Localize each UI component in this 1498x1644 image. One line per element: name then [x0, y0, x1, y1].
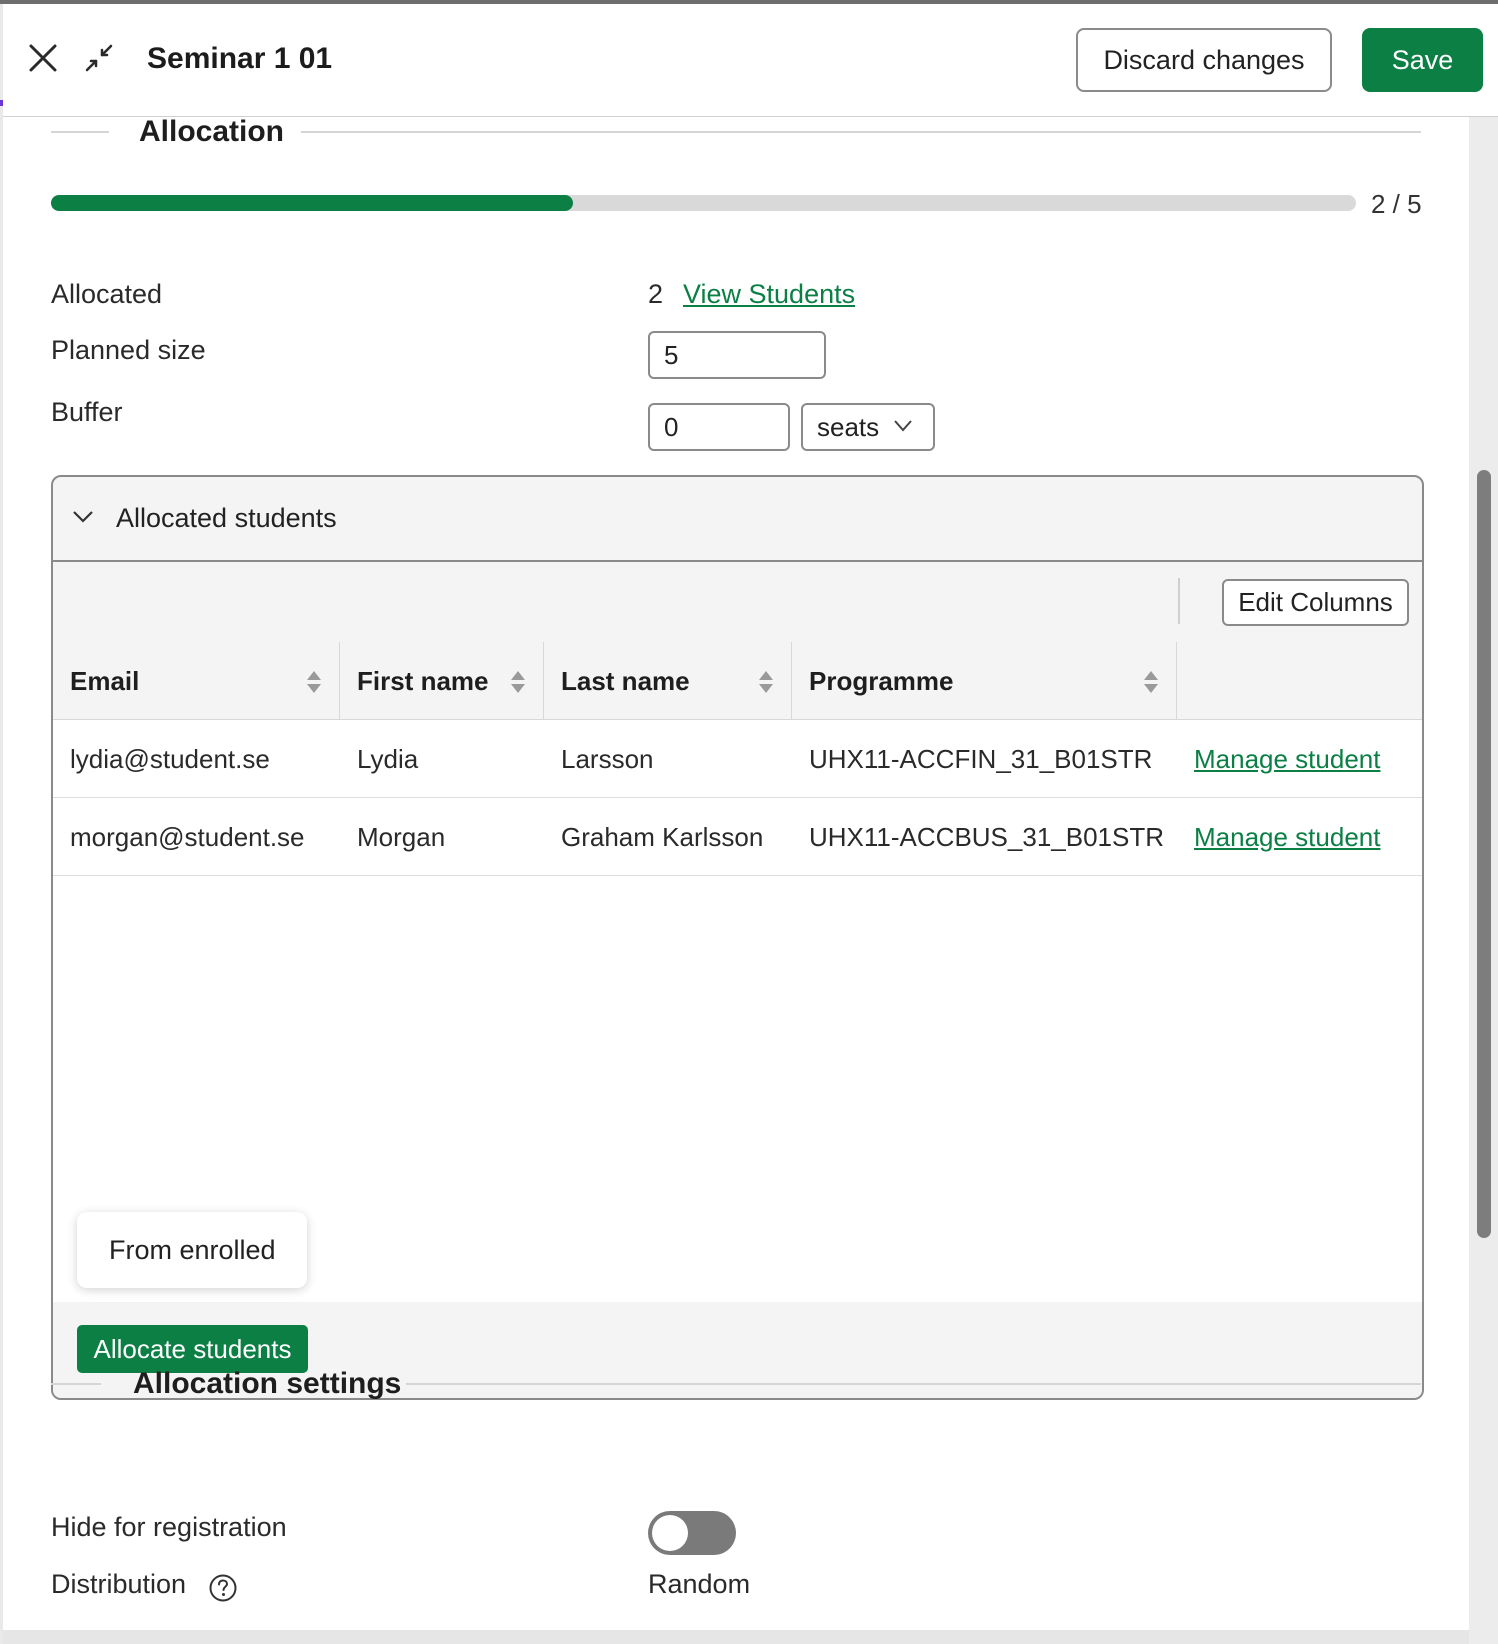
distribution-value: Random [648, 1569, 751, 1599]
sort-icon [1144, 671, 1158, 693]
divider [51, 131, 109, 133]
progress-fill [51, 195, 573, 211]
buffer-unit-select[interactable]: seats [801, 403, 935, 451]
cell-email: lydia@student.se [70, 744, 270, 774]
planned-size-input[interactable]: 5 [648, 331, 826, 379]
cell-email: morgan@student.se [70, 822, 305, 852]
edit-columns-button[interactable]: Edit Columns [1222, 579, 1409, 626]
from-enrolled-menu-item[interactable]: From enrolled [77, 1212, 307, 1288]
sort-icon [759, 671, 773, 693]
cell-programme: UHX11-ACCFIN_31_B01STR [809, 744, 1153, 774]
divider [51, 1383, 101, 1385]
bottom-edge [3, 1630, 1469, 1644]
allocation-settings-section-header: Allocation settings [51, 1367, 1421, 1409]
dialog-header: Seminar 1 01 Discard changes Save [3, 4, 1498, 117]
column-header-first-name[interactable]: First name [340, 642, 544, 720]
toolbar-divider [1178, 578, 1180, 624]
buffer-unit-value: seats [817, 412, 880, 442]
distribution-label: Distribution [51, 1569, 187, 1599]
scrollbar[interactable] [1469, 117, 1498, 1644]
manage-student-link[interactable]: Manage student [1177, 720, 1380, 798]
divider [301, 131, 1421, 133]
buffer-label: Buffer [51, 397, 123, 427]
divider [406, 1383, 1421, 1385]
panel-title: Allocated students [116, 503, 337, 533]
column-header-label: First name [357, 666, 489, 696]
chevron-down-icon [73, 511, 93, 523]
allocated-students-toggle[interactable]: Allocated students [53, 477, 1422, 562]
dialog-content: Allocation 2 / 5 Allocated 2 View Studen… [3, 117, 1469, 1644]
toggle-knob [652, 1515, 688, 1551]
sort-icon [307, 671, 321, 693]
view-students-link[interactable]: View Students [683, 279, 855, 310]
allocated-label: Allocated [51, 279, 163, 309]
manage-student-link[interactable]: Manage student [1177, 798, 1380, 876]
column-header-label: Last name [561, 666, 690, 696]
hide-for-registration-label: Hide for registration [51, 1512, 287, 1542]
column-header-label: Email [70, 666, 140, 696]
save-button[interactable]: Save [1362, 28, 1483, 92]
cell-first-name: Morgan [357, 822, 446, 852]
table-toolbar: Edit Columns [53, 562, 1422, 642]
scrollbar-thumb[interactable] [1477, 470, 1491, 1238]
section-title: Allocation [139, 117, 285, 148]
cell-programme: UHX11-ACCBUS_31_B01STR [809, 822, 1164, 852]
allocation-section-header: Allocation [51, 117, 1421, 157]
section-title: Allocation settings [133, 1367, 402, 1400]
close-icon[interactable] [25, 40, 61, 76]
cell-last-name: Graham Karlsson [561, 822, 764, 852]
progress-text: 2 / 5 [1371, 189, 1422, 219]
discard-changes-button[interactable]: Discard changes [1076, 28, 1332, 92]
column-header-label: Programme [809, 666, 954, 696]
sort-icon [511, 671, 525, 693]
table-header: Email First name Last name Programme [53, 642, 1422, 720]
help-icon[interactable] [208, 1573, 238, 1603]
table-row: lydia@student.se Lydia Larsson UHX11-ACC… [53, 720, 1422, 798]
column-header-last-name[interactable]: Last name [544, 642, 792, 720]
column-header-programme[interactable]: Programme [792, 642, 1177, 720]
allocated-count: 2 [648, 279, 664, 309]
column-header-email[interactable]: Email [53, 642, 340, 720]
hide-for-registration-toggle[interactable] [648, 1511, 736, 1555]
allocate-students-button[interactable]: Allocate students [77, 1325, 308, 1373]
page-title: Seminar 1 01 [147, 42, 333, 75]
planned-size-label: Planned size [51, 335, 206, 365]
buffer-input[interactable]: 0 [648, 403, 790, 451]
cell-first-name: Lydia [357, 744, 419, 774]
allocation-progress-bar [51, 195, 1356, 211]
chevron-down-icon [894, 420, 912, 432]
collapse-icon[interactable] [83, 42, 115, 74]
table-row: morgan@student.se Morgan Graham Karlsson… [53, 798, 1422, 876]
cell-last-name: Larsson [561, 744, 654, 774]
